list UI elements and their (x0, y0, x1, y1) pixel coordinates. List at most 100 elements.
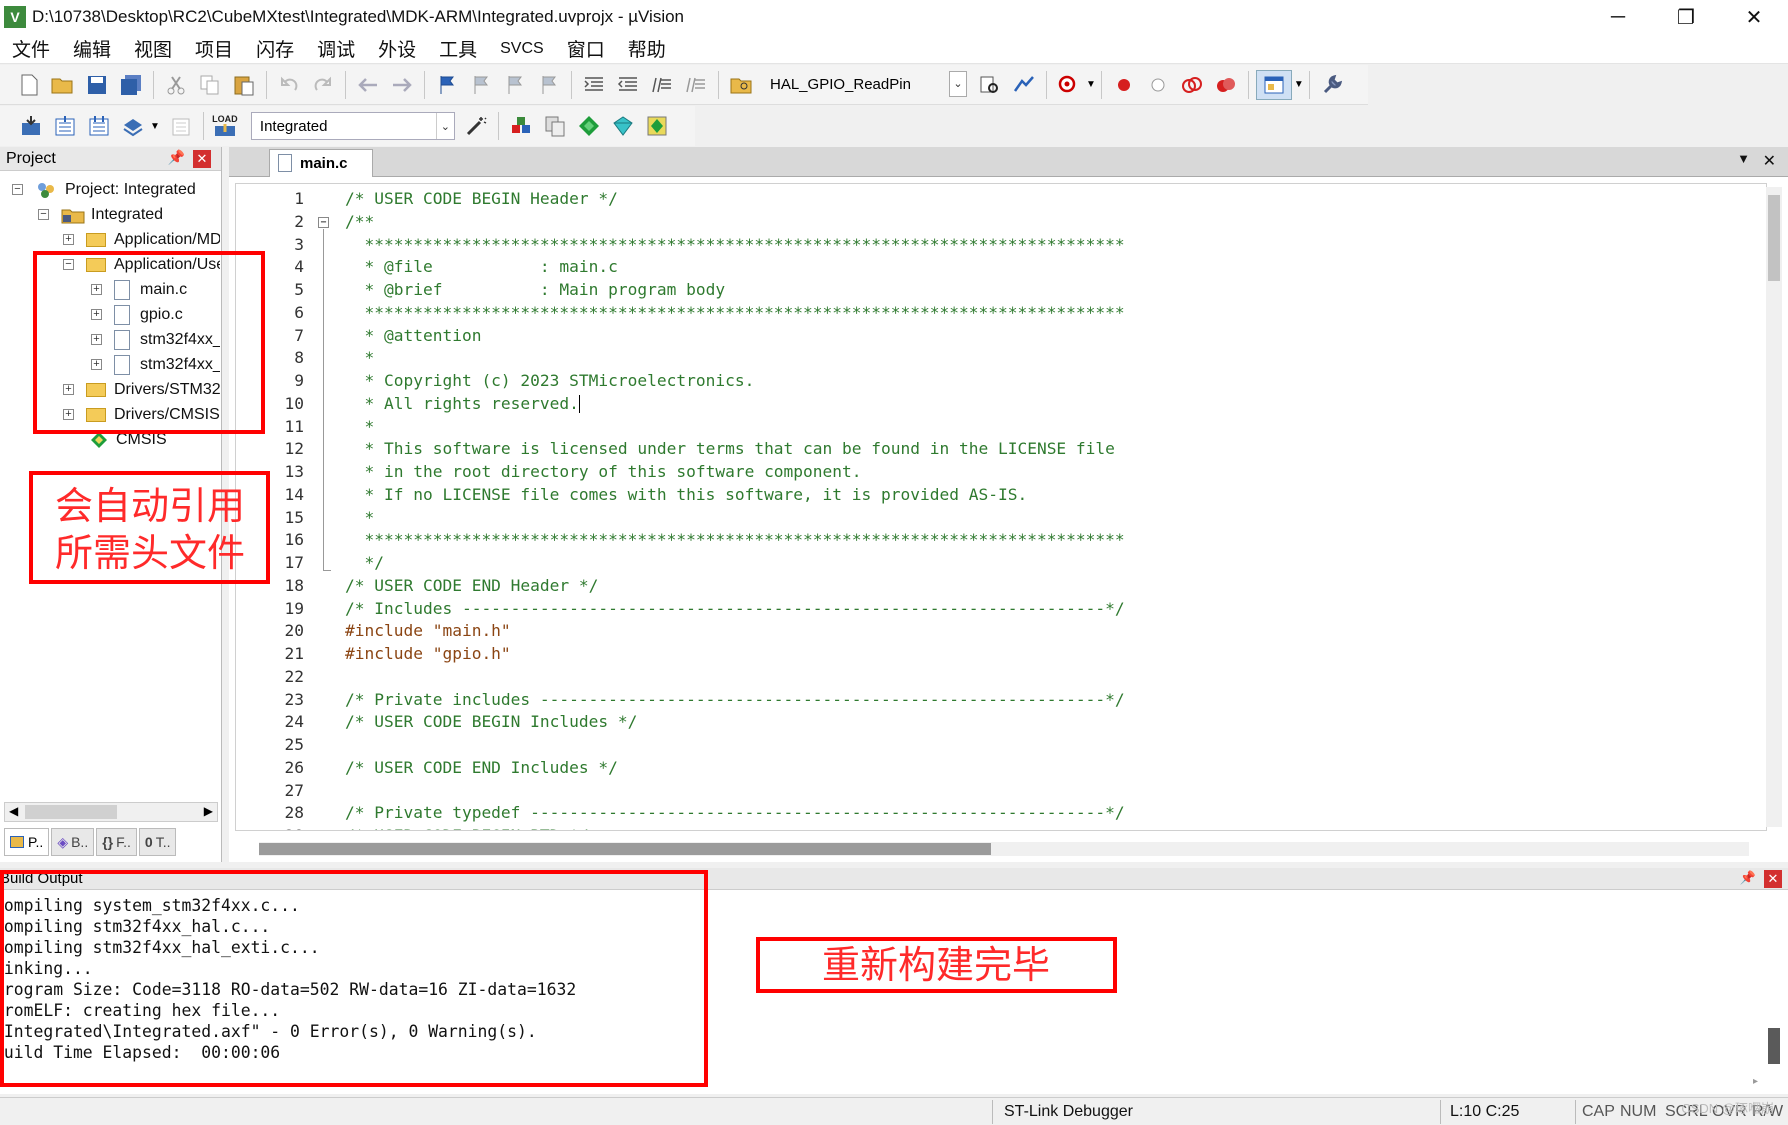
new-file-icon[interactable] (14, 70, 44, 100)
menu-peripherals[interactable]: 外设 (378, 35, 416, 62)
pack-installer-icon[interactable] (642, 111, 672, 141)
menu-file[interactable]: 文件 (12, 35, 50, 62)
scroll-right-icon[interactable]: ▸ (1753, 1076, 1758, 1087)
menu-svcs[interactable]: SVCS (500, 40, 544, 58)
code-line[interactable]: 18/* USER CODE END Header */ (236, 575, 1766, 597)
stop-build-icon[interactable] (166, 111, 196, 141)
code-line[interactable]: 24 /* USER CODE BEGIN Includes */ (236, 711, 1766, 733)
code-line[interactable]: 16 *************************************… (236, 529, 1766, 551)
uncomment-icon[interactable] (681, 70, 711, 100)
code-editor[interactable]: 1 /* USER CODE BEGIN Header */ 2 /** − 3 ****… (235, 183, 1767, 831)
close-tab-icon[interactable]: ✕ (1763, 151, 1776, 171)
code-line[interactable]: 10 * All rights reserved. (236, 393, 1766, 415)
chevron-down-icon[interactable]: ⌄ (949, 70, 967, 97)
debug-session-icon[interactable] (1054, 70, 1084, 100)
redo-icon[interactable] (308, 70, 338, 100)
editor-vertical-scrollbar[interactable] (1766, 187, 1782, 827)
clear-bookmarks-icon[interactable] (534, 70, 564, 100)
project-horizontal-scrollbar[interactable]: ◀ ▶ (4, 802, 218, 822)
close-icon[interactable]: ✕ (193, 150, 211, 168)
pin-icon[interactable]: 📌 (168, 149, 185, 166)
insert-breakpoint-icon[interactable] (1109, 70, 1139, 100)
expand-icon[interactable]: + (63, 234, 74, 245)
manage-project-items-icon[interactable] (506, 111, 536, 141)
tab-books[interactable]: ◈ B.. (51, 828, 95, 856)
target-options-magic-wand-icon[interactable] (461, 111, 491, 141)
code-line[interactable]: 27 (236, 780, 1766, 802)
build-icon[interactable] (50, 111, 80, 141)
translate-icon[interactable] (16, 111, 46, 141)
chevron-down-icon[interactable]: ▼ (150, 121, 160, 132)
nav-back-icon[interactable] (353, 70, 383, 100)
menu-project[interactable]: 项目 (195, 35, 233, 62)
save-all-icon[interactable] (116, 70, 146, 100)
close-icon[interactable]: ✕ (1764, 870, 1782, 888)
menu-window[interactable]: 窗口 (567, 35, 605, 62)
disable-all-breakpoints-icon[interactable] (1177, 70, 1207, 100)
code-line[interactable]: 3 **************************************… (236, 234, 1766, 256)
manage-run-time-environment-icon[interactable] (574, 111, 604, 141)
menu-flash[interactable]: 闪存 (256, 35, 294, 62)
tree-item[interactable]: − Integrated (38, 202, 163, 227)
cut-icon[interactable] (161, 70, 191, 100)
code-line[interactable]: 28 /* Private typedef -------------------… (236, 802, 1766, 824)
code-line[interactable]: 19 /* Includes --------------------------… (236, 598, 1766, 620)
code-line[interactable]: 7 * @attention (236, 325, 1766, 347)
incremental-find-icon[interactable] (1009, 70, 1039, 100)
tab-main-c[interactable]: main.c (269, 149, 373, 177)
code-line[interactable]: 8 * (236, 347, 1766, 369)
download-load-icon[interactable]: LOAD (211, 111, 239, 141)
code-line[interactable]: 2 /** − (236, 211, 1766, 233)
file-extensions-icon[interactable] (540, 111, 570, 141)
editor-horizontal-scrollbar[interactable] (259, 842, 1749, 856)
unindent-icon[interactable] (613, 70, 643, 100)
minimize-button[interactable]: ─ (1584, 0, 1652, 34)
disable-breakpoint-icon[interactable] (1143, 70, 1173, 100)
copy-icon[interactable] (195, 70, 225, 100)
code-line[interactable]: 12 * This software is licensed under ter… (236, 438, 1766, 460)
prev-bookmark-icon[interactable] (466, 70, 496, 100)
configure-wrench-icon[interactable] (1317, 70, 1347, 100)
tab-templates[interactable]: 0 T.. (138, 828, 177, 856)
tab-list-dropdown-icon[interactable]: ▼ (1737, 151, 1750, 166)
chevron-down-icon[interactable]: ▼ (1086, 79, 1096, 90)
scroll-thumb[interactable] (259, 843, 991, 855)
build-output-scrollbar[interactable] (1768, 908, 1782, 1088)
menu-edit[interactable]: 编辑 (73, 35, 111, 62)
open-folder-icon[interactable] (48, 70, 78, 100)
fold-collapse-icon[interactable]: − (318, 216, 329, 228)
scroll-thumb[interactable] (1768, 195, 1780, 281)
code-line[interactable]: 17 */ (236, 552, 1766, 574)
indent-icon[interactable] (579, 70, 609, 100)
paste-icon[interactable] (229, 70, 259, 100)
code-line[interactable]: 4 * @file : main.c (236, 256, 1766, 278)
scroll-thumb[interactable] (25, 805, 117, 819)
function-combo[interactable]: HAL_GPIO_ReadPin ⌄ (762, 70, 967, 99)
save-icon[interactable] (82, 70, 112, 100)
tab-functions[interactable]: {} F.. (96, 828, 137, 856)
pin-icon[interactable]: 📌 (1740, 870, 1756, 886)
chevron-down-icon[interactable]: ⌄ (435, 113, 454, 139)
scroll-thumb[interactable] (1768, 1028, 1780, 1064)
code-line[interactable]: 6 **************************************… (236, 302, 1766, 324)
chevron-down-icon[interactable]: ▼ (1294, 79, 1304, 90)
scroll-right-icon[interactable]: ▶ (204, 804, 213, 818)
menu-help[interactable]: 帮助 (628, 35, 666, 62)
menu-tools[interactable]: 工具 (439, 35, 477, 62)
window-layout-icon[interactable] (1255, 69, 1292, 100)
tree-item[interactable]: + Application/MDK-ARM (63, 227, 221, 252)
batch-build-icon[interactable] (118, 111, 148, 141)
comment-icon[interactable] (647, 70, 677, 100)
nav-forward-icon[interactable] (387, 70, 417, 100)
rebuild-icon[interactable] (84, 111, 114, 141)
code-line[interactable]: 20 #include "main.h" (236, 620, 1766, 642)
collapse-icon[interactable]: − (38, 209, 49, 220)
code-line[interactable]: 25 (236, 734, 1766, 756)
code-line[interactable]: 9 * Copyright (c) 2023 STMicroelectronic… (236, 370, 1766, 392)
maximize-button[interactable]: ❐ (1652, 0, 1720, 34)
code-line[interactable]: 5 * @brief : Main program body (236, 279, 1766, 301)
code-line[interactable]: 29 /* USER CODE BEGIN PTD */ (236, 825, 1766, 830)
code-line[interactable]: 13 * in the root directory of this softw… (236, 461, 1766, 483)
code-line[interactable]: 11 * (236, 416, 1766, 438)
tab-project[interactable]: P.. (4, 828, 50, 856)
